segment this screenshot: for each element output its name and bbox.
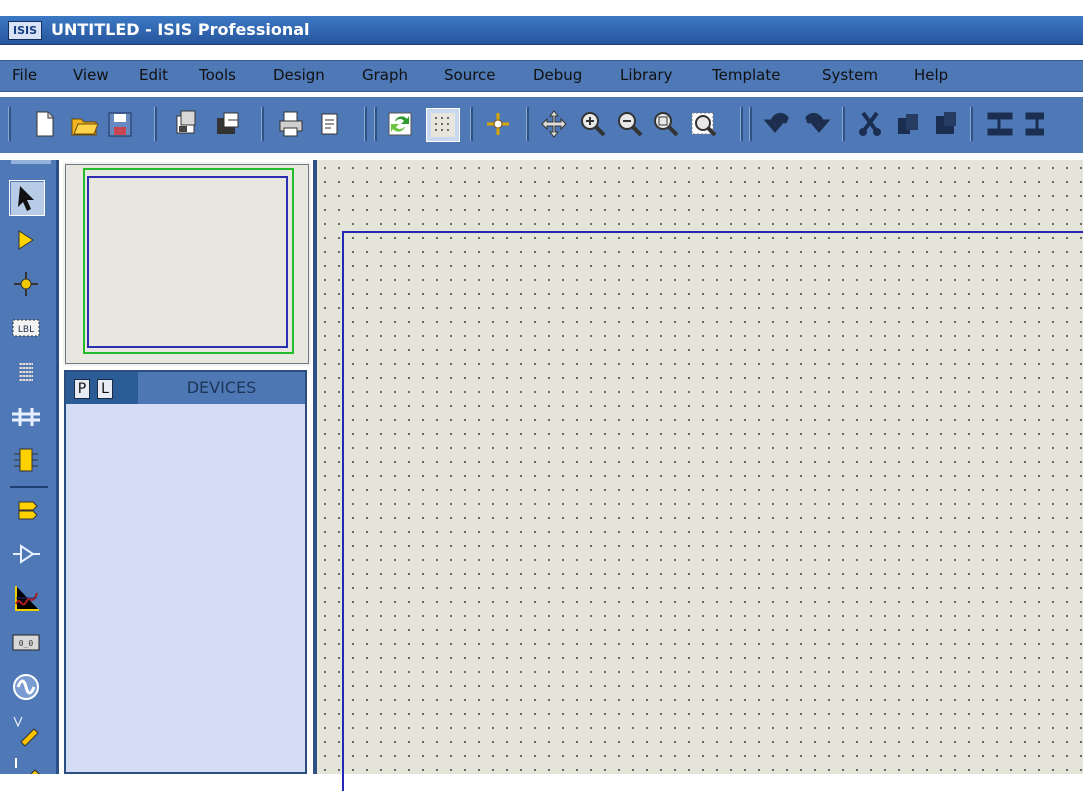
menu-source[interactable]: Source bbox=[444, 66, 496, 86]
redo-icon[interactable] bbox=[800, 108, 832, 140]
overview-preview-panel[interactable] bbox=[63, 162, 311, 366]
window-title: UNTITLED - ISIS Professional bbox=[51, 20, 310, 39]
devices-title: DEVICES bbox=[138, 372, 305, 404]
grid-toggle-icon[interactable] bbox=[426, 108, 460, 142]
text-script-icon[interactable] bbox=[9, 356, 43, 390]
origin-icon[interactable] bbox=[482, 108, 514, 140]
toolbar-separator bbox=[261, 107, 264, 141]
graph-icon[interactable] bbox=[9, 581, 43, 615]
copy-icon[interactable] bbox=[892, 108, 924, 140]
wire-label-icon[interactable]: LBL bbox=[9, 311, 43, 345]
left-toolbar-top-accent bbox=[11, 160, 51, 164]
component-mode-icon[interactable] bbox=[9, 223, 43, 257]
refresh-icon[interactable] bbox=[384, 108, 416, 140]
schematic-editing-canvas[interactable] bbox=[313, 160, 1083, 791]
menu-template[interactable]: Template bbox=[712, 66, 780, 86]
print-preview-icon[interactable] bbox=[314, 108, 346, 140]
preview-sheet-outline bbox=[87, 176, 288, 348]
align-icon[interactable] bbox=[984, 108, 1016, 140]
tape-recorder-icon[interactable]: 0_0 bbox=[9, 626, 43, 660]
undo-icon[interactable] bbox=[762, 108, 794, 140]
isis-logo-icon: ISIS bbox=[8, 21, 42, 40]
generator-icon[interactable] bbox=[9, 670, 43, 704]
menu-library[interactable]: Library bbox=[620, 66, 672, 86]
save-icon[interactable] bbox=[104, 108, 136, 140]
left-toolbar-divider bbox=[10, 486, 48, 488]
toolbar-separator bbox=[749, 107, 752, 141]
menu-tools[interactable]: Tools bbox=[199, 66, 236, 86]
current-probe-icon[interactable] bbox=[9, 754, 43, 774]
open-folder-icon[interactable] bbox=[68, 108, 100, 140]
menu-view[interactable]: View bbox=[73, 66, 109, 86]
toolbar-separator bbox=[970, 107, 973, 141]
zoom-out-icon[interactable] bbox=[614, 108, 646, 140]
svg-text:0_0: 0_0 bbox=[19, 639, 34, 648]
terminal-icon[interactable] bbox=[9, 493, 43, 527]
toolbar-separator bbox=[526, 107, 529, 141]
isis-window: ISIS UNTITLED - ISIS Professional File V… bbox=[0, 0, 1083, 791]
toolbar-separator bbox=[154, 107, 157, 141]
bus-icon[interactable] bbox=[9, 400, 43, 434]
pan-icon[interactable] bbox=[538, 108, 570, 140]
toolbar-separator bbox=[374, 107, 377, 141]
zoom-all-icon[interactable] bbox=[650, 108, 682, 140]
new-file-icon[interactable] bbox=[28, 108, 60, 140]
toolbar-separator bbox=[470, 107, 473, 141]
selection-arrow-icon[interactable] bbox=[9, 180, 45, 216]
main-toolbar-buttons bbox=[8, 101, 1083, 153]
clipped-align-icon[interactable] bbox=[1022, 108, 1044, 140]
cut-icon[interactable] bbox=[854, 108, 886, 140]
import-section-icon[interactable] bbox=[170, 108, 202, 140]
paste-icon[interactable] bbox=[930, 108, 962, 140]
menu-file[interactable]: File bbox=[12, 66, 37, 86]
junction-dot-icon[interactable] bbox=[9, 267, 43, 301]
library-manager-button[interactable]: L bbox=[97, 379, 113, 399]
device-pin-icon[interactable] bbox=[9, 537, 43, 571]
zoom-area-icon[interactable] bbox=[688, 108, 720, 140]
zoom-in-icon[interactable] bbox=[577, 108, 609, 140]
menu-bar: File View Edit Tools Design Graph Source… bbox=[0, 60, 1083, 92]
toolbar-separator bbox=[740, 107, 743, 141]
devices-panel: P L DEVICES bbox=[64, 370, 307, 774]
toolbar-separator bbox=[8, 107, 11, 141]
title-bar: ISIS UNTITLED - ISIS Professional bbox=[0, 16, 1083, 45]
left-panel-divider bbox=[56, 160, 59, 774]
menu-design[interactable]: Design bbox=[273, 66, 325, 86]
left-mode-toolbar: LBL 0_0 bbox=[0, 160, 56, 774]
document-overlay-text-fragment bbox=[0, 0, 1083, 16]
menu-edit[interactable]: Edit bbox=[139, 66, 168, 86]
toolbar-separator bbox=[842, 107, 845, 141]
subcircuit-icon[interactable] bbox=[9, 443, 43, 477]
voltage-probe-icon[interactable] bbox=[9, 713, 43, 747]
menu-graph[interactable]: Graph bbox=[362, 66, 408, 86]
export-section-icon[interactable] bbox=[212, 108, 244, 140]
menu-help[interactable]: Help bbox=[914, 66, 948, 86]
menu-system[interactable]: System bbox=[822, 66, 878, 86]
print-icon[interactable] bbox=[275, 108, 307, 140]
toolbar-separator bbox=[364, 107, 367, 141]
pick-devices-button[interactable]: P bbox=[74, 379, 90, 399]
devices-header: P L DEVICES bbox=[66, 372, 305, 404]
sheet-border bbox=[342, 231, 1083, 791]
svg-text:LBL: LBL bbox=[18, 325, 34, 335]
menu-debug[interactable]: Debug bbox=[533, 66, 582, 86]
